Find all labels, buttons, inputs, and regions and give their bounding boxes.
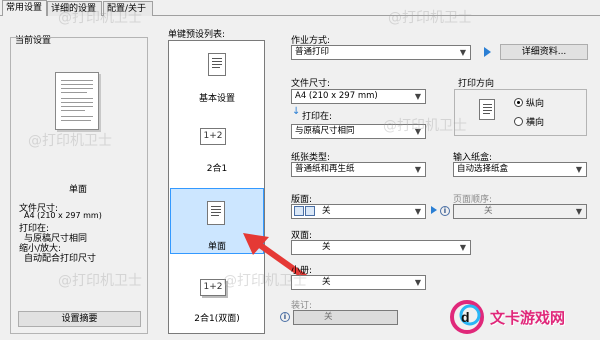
logo-text: 文卡游戏网 xyxy=(490,309,566,327)
select-value: 关 xyxy=(322,242,331,252)
two-in-one-duplex-icon: 1+2 xyxy=(200,279,226,296)
chevron-down-icon: ▼ xyxy=(575,165,582,174)
layout-page-icon xyxy=(305,206,315,216)
landscape-label: 横向 xyxy=(526,118,545,128)
portrait-radio[interactable] xyxy=(514,98,523,107)
tab-label: 常用设置 xyxy=(6,3,43,13)
site-logo: d 文卡游戏网 xyxy=(448,298,598,336)
preset-item-basic[interactable]: 基本设置 xyxy=(170,43,264,113)
preset-item-2in1[interactable]: 1+2 2合1 xyxy=(170,123,264,183)
chevron-down-icon: ▼ xyxy=(414,207,421,216)
preset-item-label: 2合1(双面) xyxy=(194,314,240,324)
select-value: 关 xyxy=(484,206,493,216)
duplex-select[interactable]: 关 ▼ xyxy=(291,240,471,255)
document-icon xyxy=(207,201,225,225)
preset-item-label: 基本设置 xyxy=(198,94,235,104)
tab-bar: 常用设置 详细的设置 配置/关于 xyxy=(0,0,600,17)
chevron-down-icon: ▼ xyxy=(459,48,466,57)
orientation-title: 打印方向 xyxy=(458,79,495,89)
tab-label: 配置/关于 xyxy=(107,4,147,14)
document-icon xyxy=(208,53,226,76)
select-value: A4 (210 x 297 mm) xyxy=(295,91,378,101)
button-label: 设置摘要 xyxy=(61,314,98,324)
two-in-one-icon: 1+2 xyxy=(200,128,226,145)
paper-type-select[interactable]: 普通纸和再生纸 ▼ xyxy=(291,162,426,177)
staple-select: 关 xyxy=(293,310,398,325)
paper-size-label: 文件尺寸: xyxy=(291,79,331,89)
info-icon[interactable]: i xyxy=(440,206,450,216)
current-mode: 单面 xyxy=(69,185,88,195)
info-icon[interactable]: i xyxy=(280,312,290,322)
select-value: 自动选择纸盒 xyxy=(457,164,509,174)
select-value: 普通纸和再生纸 xyxy=(295,164,355,174)
tab-config-about[interactable]: 配置/关于 xyxy=(103,1,153,16)
print-on-label: 打印在: xyxy=(302,112,333,122)
tab-detailed-settings[interactable]: 详细的设置 xyxy=(47,1,102,16)
settings-summary-button[interactable]: 设置摘要 xyxy=(18,311,141,327)
play-icon xyxy=(484,47,491,57)
page-preview xyxy=(55,72,99,130)
details-button[interactable]: 详细资料... xyxy=(500,44,588,60)
logo-emblem: d xyxy=(450,300,484,334)
select-value: 关 xyxy=(322,277,331,287)
scale-summary-value: 自动配合打印尺寸 xyxy=(24,254,97,264)
play-icon xyxy=(431,206,437,214)
chevron-down-icon: ▼ xyxy=(414,127,421,136)
preset-list-title: 单键预设列表: xyxy=(168,30,226,40)
preset-item-label: 2合1 xyxy=(206,164,228,174)
svg-text:d: d xyxy=(461,309,470,325)
landscape-radio[interactable] xyxy=(514,117,523,126)
paper-size-summary-value: A4 (210 x 297 mm) xyxy=(24,211,102,220)
select-value: 与原稿尺寸相同 xyxy=(295,126,355,136)
portrait-label: 纵向 xyxy=(526,99,545,109)
chevron-down-icon: ▼ xyxy=(575,207,582,216)
orientation-group xyxy=(454,89,587,136)
booklet-select[interactable]: 关 ▼ xyxy=(291,275,426,290)
paper-size-select[interactable]: A4 (210 x 297 mm) ▼ xyxy=(291,89,426,104)
select-value: 关 xyxy=(324,312,333,322)
tab-label: 详细的设置 xyxy=(51,4,97,14)
down-arrow-icon: ↓ xyxy=(292,106,301,117)
portrait-page-icon xyxy=(479,99,495,120)
input-tray-select[interactable]: 自动选择纸盒 ▼ xyxy=(453,162,587,177)
chevron-down-icon: ▼ xyxy=(459,243,466,252)
page-order-select: 关 ▼ xyxy=(453,204,587,219)
chevron-down-icon: ▼ xyxy=(414,165,421,174)
job-type-select[interactable]: 普通打印 ▼ xyxy=(291,45,471,60)
tab-common-settings[interactable]: 常用设置 xyxy=(2,0,47,17)
select-value: 普通打印 xyxy=(295,47,330,57)
chevron-down-icon: ▼ xyxy=(414,278,421,287)
select-value: 关 xyxy=(322,206,331,216)
layout-page-icon xyxy=(294,206,304,216)
print-on-select[interactable]: 与原稿尺寸相同 ▼ xyxy=(291,124,426,139)
chevron-down-icon: ▼ xyxy=(414,92,421,101)
button-label: 详细资料... xyxy=(521,47,567,57)
